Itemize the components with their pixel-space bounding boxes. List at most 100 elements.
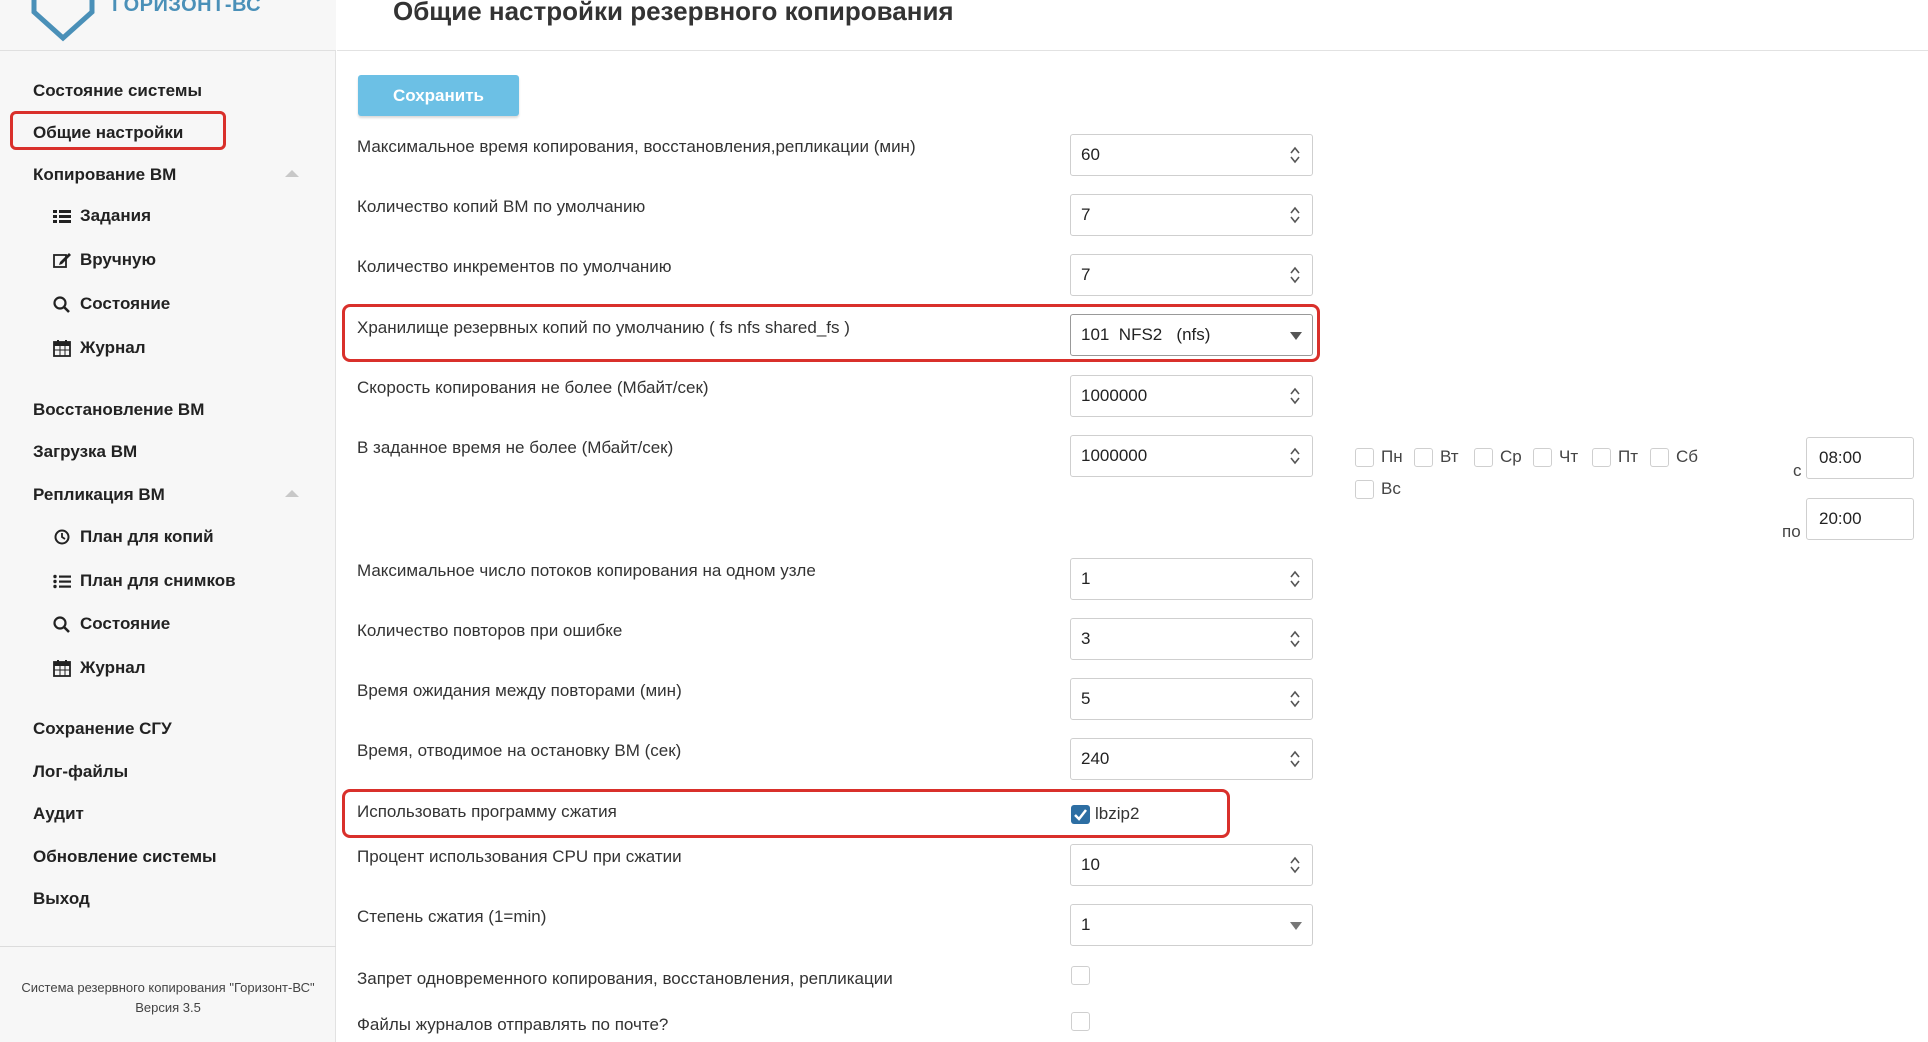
retries-input[interactable]: 3 [1070,618,1313,660]
cpu-percent-label: Процент использования CPU при сжатии [357,847,682,866]
collapse-caret-icon[interactable] [285,490,299,497]
increments-default-label: Количество инкрементов по умолчанию [357,257,672,276]
nav-plan-snapshots[interactable]: План для снимков [52,571,236,591]
chevron-down-icon[interactable] [1290,332,1302,340]
nav-vm-replication[interactable]: Репликация ВМ [33,485,165,505]
mail-logs-label: Файлы журналов отправлять по почте? [357,1015,669,1034]
footer-product: Система резервного копирования "Горизонт… [21,980,315,995]
storage-default-value: 101 NFS2 (nfs) [1081,325,1211,344]
nav-vm-load[interactable]: Загрузка ВМ [33,442,137,462]
spinner-icon[interactable] [1290,630,1300,648]
time-to-prefix: по [1782,522,1801,541]
nav-system-state[interactable]: Состояние системы [33,81,202,101]
nav-save-sgu[interactable]: Сохранение СГУ [33,719,172,739]
nav-manual[interactable]: Вручную [52,250,156,270]
speed-limit-value: 1000000 [1081,386,1148,405]
nav-manual-label: Вручную [80,250,157,269]
day-sun-checkbox[interactable] [1355,480,1374,499]
spinner-icon[interactable] [1290,266,1300,284]
day-mon-label: Пн [1381,447,1403,466]
spinner-icon[interactable] [1290,447,1300,465]
spinner-icon[interactable] [1290,387,1300,405]
compression-checkbox[interactable] [1071,805,1090,824]
nav-repl-journal-label: Журнал [80,658,146,677]
nav-update[interactable]: Обновление системы [33,847,217,867]
nav-copy-state-label: Состояние [80,294,171,313]
nav-copy-journal[interactable]: Журнал [52,338,146,358]
scheduled-speed-input[interactable]: 1000000 [1070,435,1313,477]
compression-level-value: 1 [1081,915,1091,934]
save-button[interactable]: Сохранить [358,75,519,116]
time-from-prefix: с [1793,461,1802,480]
nav-general-settings[interactable]: Общие настройки [33,123,183,143]
nav-logs[interactable]: Лог-файлы [33,762,128,782]
cpu-percent-value: 10 [1081,855,1100,874]
collapse-caret-icon[interactable] [285,170,299,177]
nav-repl-journal[interactable]: Журнал [52,658,146,678]
retries-value: 3 [1081,629,1091,648]
scheduled-speed-label: В заданное время не более (Мбайт/сек) [357,438,674,457]
day-mon-checkbox[interactable] [1355,448,1374,467]
day-fri-label: Пт [1618,447,1639,466]
scheduled-speed-value: 1000000 [1081,446,1148,465]
nav-repl-state[interactable]: Состояние [52,614,170,634]
concurrency-ban-checkbox[interactable] [1071,966,1090,985]
cpu-percent-input[interactable]: 10 [1070,844,1313,886]
max-threads-label: Максимальное число потоков копирования н… [357,561,816,580]
nav-repl-state-label: Состояние [80,614,171,633]
calendar-icon [53,660,71,677]
nav-audit[interactable]: Аудит [33,804,84,824]
spinner-icon[interactable] [1290,146,1300,164]
day-fri-checkbox[interactable] [1592,448,1611,467]
day-wed-checkbox[interactable] [1474,448,1493,467]
nav-copy-state[interactable]: Состояние [52,294,170,314]
speed-limit-input[interactable]: 1000000 [1070,375,1313,417]
compression-label: Использовать программу сжатия [357,802,617,821]
nav-plan-copies-label: План для копий [80,527,214,546]
max-time-input[interactable]: 60 [1070,134,1313,176]
retries-label: Количество повторов при ошибке [357,621,623,640]
max-time-label: Максимальное время копирования, восстано… [357,137,916,156]
spinner-icon[interactable] [1290,856,1300,874]
day-sat-label: Сб [1676,447,1699,466]
max-threads-input[interactable]: 1 [1070,558,1313,600]
copies-default-label: Количество копий ВМ по умолчанию [357,197,646,216]
search-icon [53,616,70,633]
spinner-icon[interactable] [1290,206,1300,224]
logo-icon [31,0,95,42]
copies-default-input[interactable]: 7 [1070,194,1313,236]
storage-default-select[interactable]: 101 NFS2 (nfs) [1070,314,1313,356]
brand-name: ГОРИЗОНТ-ВС [112,0,262,16]
day-tue-label: Вт [1440,447,1459,466]
chevron-down-icon[interactable] [1290,922,1302,930]
increments-default-value: 7 [1081,265,1091,284]
day-tue-checkbox[interactable] [1414,448,1433,467]
spinner-icon[interactable] [1290,690,1300,708]
nav-tasks-label: Задания [80,206,151,225]
day-thu-checkbox[interactable] [1533,448,1552,467]
compression-level-label: Степень сжатия (1=min) [357,907,547,926]
retry-wait-input[interactable]: 5 [1070,678,1313,720]
day-thu-label: Чт [1559,447,1579,466]
nav-vm-copy[interactable]: Копирование ВМ [33,165,176,185]
spinner-icon[interactable] [1290,750,1300,768]
spinner-icon[interactable] [1290,570,1300,588]
nav-exit[interactable]: Выход [33,889,90,909]
nav-tasks[interactable]: Задания [52,206,151,226]
max-threads-value: 1 [1081,569,1091,588]
sidebar-divider [0,946,336,947]
nav-plan-copies[interactable]: План для копий [52,527,214,547]
checkmark-icon [1074,809,1087,821]
day-sat-checkbox[interactable] [1650,448,1669,467]
nav-copy-journal-label: Журнал [80,338,146,357]
calendar-icon [53,340,71,357]
speed-limit-label: Скорость копирования не более (Мбайт/сек… [357,378,709,397]
compression-level-select[interactable]: 1 [1070,904,1313,946]
increments-default-input[interactable]: 7 [1070,254,1313,296]
time-to-input[interactable]: 20:00 [1806,498,1914,540]
vm-stop-time-input[interactable]: 240 [1070,738,1313,780]
nav-vm-restore[interactable]: Восстановление ВМ [33,400,204,420]
time-from-input[interactable]: 08:00 [1806,437,1914,479]
vm-stop-time-label: Время, отводимое на остановку ВМ (сек) [357,741,682,760]
mail-logs-checkbox[interactable] [1071,1012,1090,1031]
